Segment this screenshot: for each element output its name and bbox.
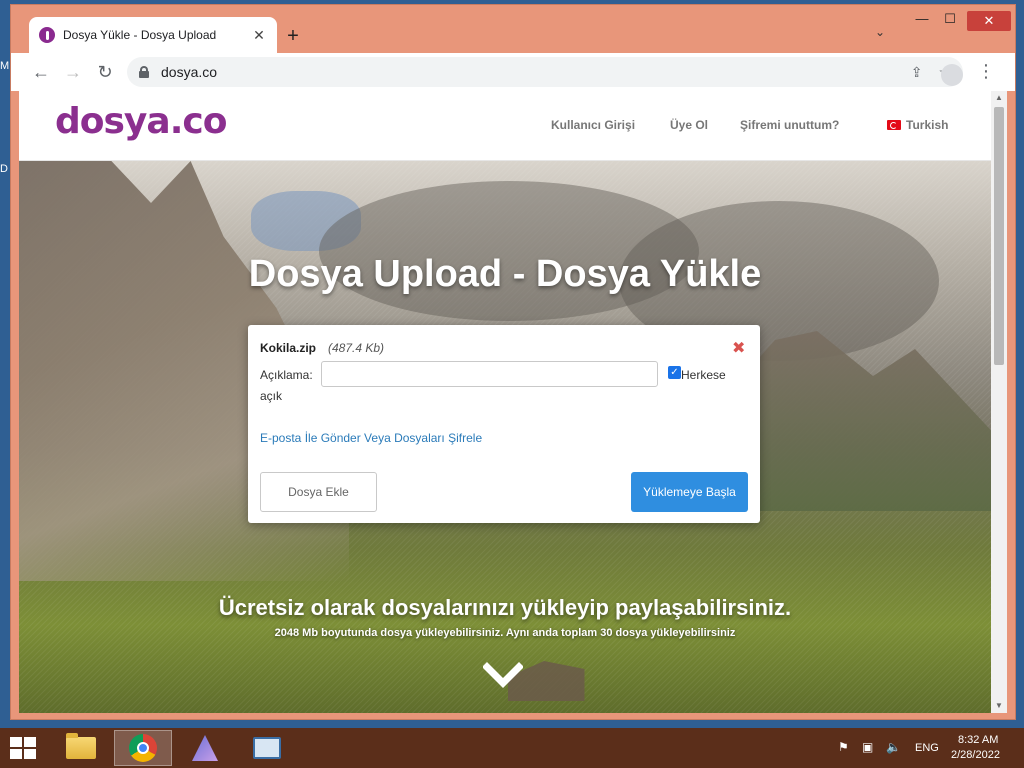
browser-menu-icon[interactable]: ⋮ bbox=[977, 61, 995, 82]
url-text[interactable]: dosya.co bbox=[161, 64, 895, 80]
back-arrow-icon[interactable]: ← bbox=[25, 62, 57, 83]
site-header: dosya.co Kullanıcı Girişi Üye Ol Şifremi… bbox=[19, 91, 991, 161]
clock-time[interactable]: 8:32 AM bbox=[958, 734, 998, 746]
title-bar: Dosya Yükle - Dosya Upload ✕ + ⌄ — ☐ ✕ bbox=[11, 5, 1015, 53]
scroll-down-chevron-icon[interactable] bbox=[483, 661, 523, 691]
scroll-down-arrow-icon[interactable]: ▼ bbox=[991, 699, 1007, 713]
language-selector[interactable]: Turkish bbox=[887, 118, 948, 132]
hero-tagline: Ücretsiz olarak dosyalarınızı yükleyip p… bbox=[218, 595, 792, 620]
app-taskbar-item[interactable] bbox=[176, 730, 234, 766]
description-input[interactable] bbox=[321, 361, 658, 387]
desktop-icon-label: D bbox=[0, 163, 8, 175]
public-label: Herkese bbox=[681, 368, 726, 382]
remove-file-icon[interactable]: ✖ bbox=[732, 338, 745, 358]
hero-subtext: 2048 Mb boyutunda dosya yükleyebilirsini… bbox=[274, 627, 736, 639]
tab-title: Dosya Yükle - Dosya Upload bbox=[63, 28, 217, 42]
lock-icon[interactable] bbox=[139, 66, 149, 78]
file-explorer-taskbar-item[interactable] bbox=[52, 730, 110, 766]
scrollbar-thumb[interactable] bbox=[994, 107, 1004, 365]
nav-register-link[interactable]: Üye Ol bbox=[670, 118, 708, 132]
input-language[interactable]: ENG bbox=[915, 742, 939, 754]
forward-arrow-icon[interactable]: → bbox=[57, 62, 89, 83]
public-checkbox[interactable]: ✓ bbox=[668, 366, 681, 379]
add-file-button[interactable]: Dosya Ekle bbox=[260, 472, 377, 512]
app-icon bbox=[192, 735, 218, 761]
scroll-up-arrow-icon[interactable]: ▲ bbox=[991, 91, 1007, 105]
public-label-continued: açık bbox=[260, 389, 283, 403]
turkish-flag-icon bbox=[887, 120, 901, 130]
tab-search-chevron-icon[interactable]: ⌄ bbox=[875, 25, 885, 39]
desktop-icon-label: M bbox=[0, 60, 10, 72]
action-center-flag-icon[interactable]: ⚑ bbox=[838, 740, 849, 754]
upload-file-name: Kokila.zip bbox=[260, 341, 317, 355]
share-icon[interactable]: ⇪ bbox=[911, 64, 923, 81]
minimize-button[interactable]: — bbox=[907, 11, 937, 26]
volume-muted-icon[interactable]: 🔈 bbox=[886, 740, 901, 754]
address-bar[interactable]: dosya.co ⇪ ☆ bbox=[127, 57, 963, 87]
clock-date[interactable]: 2/28/2022 bbox=[951, 749, 1000, 761]
nav-login-link[interactable]: Kullanıcı Girişi bbox=[551, 118, 635, 132]
control-panel-icon bbox=[253, 737, 281, 759]
nav-forgot-password-link[interactable]: Şifremi unuttum? bbox=[740, 118, 839, 132]
close-window-button[interactable]: ✕ bbox=[967, 11, 1011, 31]
chrome-taskbar-item[interactable] bbox=[114, 730, 172, 766]
control-panel-taskbar-item[interactable] bbox=[238, 730, 296, 766]
reload-icon[interactable]: ↻ bbox=[89, 62, 121, 83]
description-label: Açıklama: bbox=[260, 368, 313, 382]
folder-icon bbox=[66, 733, 96, 759]
taskbar: ⚑ ▣ 🔈 ENG 8:32 AM 2/28/2022 bbox=[0, 728, 1024, 768]
tab-close-icon[interactable]: ✕ bbox=[251, 27, 267, 44]
new-tab-button[interactable]: + bbox=[281, 25, 305, 47]
email-or-encrypt-link[interactable]: E-posta İle Gönder Veya Dosyaları Şifrel… bbox=[260, 431, 482, 445]
windows-start-icon[interactable] bbox=[6, 736, 36, 760]
chrome-icon bbox=[129, 734, 157, 762]
network-icon[interactable]: ▣ bbox=[862, 740, 873, 754]
hero-title: Dosya Upload - Dosya Yükle bbox=[248, 253, 762, 295]
maximize-button[interactable]: ☐ bbox=[935, 11, 965, 27]
site-logo[interactable]: dosya.co bbox=[55, 101, 227, 142]
start-upload-button[interactable]: Yüklemeye Başla bbox=[631, 472, 748, 512]
profile-avatar-icon[interactable] bbox=[941, 64, 963, 86]
page-scrollbar[interactable]: ▲ ▼ bbox=[991, 91, 1007, 713]
browser-toolbar: ← → ↻ dosya.co ⇪ ☆ ⋮ bbox=[11, 53, 1015, 91]
favicon-icon bbox=[39, 27, 55, 43]
language-label: Turkish bbox=[906, 118, 949, 132]
browser-tab[interactable]: Dosya Yükle - Dosya Upload ✕ bbox=[29, 17, 277, 53]
upload-file-size: (487.4 Kb) bbox=[328, 341, 385, 355]
upload-dialog: Kokila.zip (487.4 Kb) ✖ Açıklama: ✓ Herk… bbox=[248, 325, 760, 523]
